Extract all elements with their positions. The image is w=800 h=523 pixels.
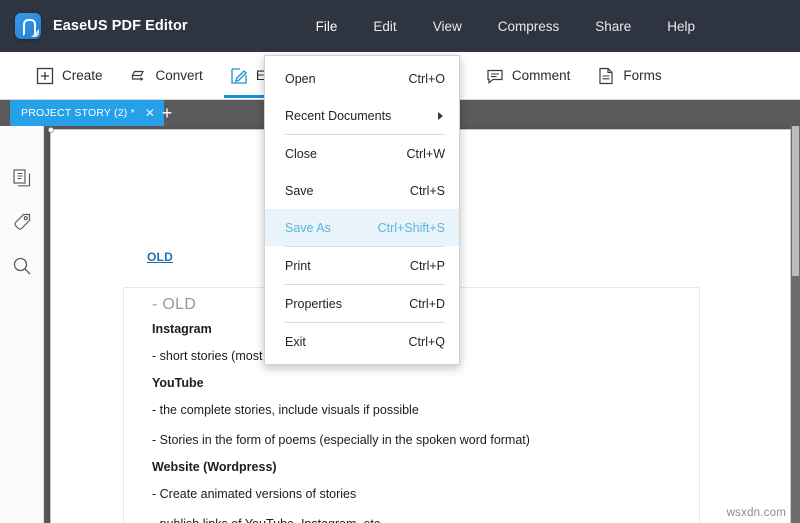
page-handle[interactable]: [48, 127, 54, 133]
menu-help[interactable]: Help: [649, 13, 713, 40]
menu-item-print[interactable]: Print Ctrl+P: [265, 247, 459, 284]
pencil-square-icon: [229, 66, 249, 86]
app-title: EaseUS PDF Editor: [53, 18, 188, 34]
menu-file[interactable]: File: [298, 13, 356, 40]
menu-item-open[interactable]: Open Ctrl+O: [265, 60, 459, 97]
menu-item-label: Close: [285, 146, 317, 161]
menu-item-shortcut: Ctrl+D: [409, 296, 445, 311]
textbox-paragraph: - Stories in the form of poems (especial…: [152, 433, 530, 447]
textbox-heading: YouTube: [152, 376, 204, 390]
vertical-scrollbar[interactable]: [791, 126, 800, 523]
menu-item-label: Open: [285, 71, 316, 86]
menu-item-save-as[interactable]: Save As Ctrl+Shift+S: [265, 209, 459, 246]
menu-item-label: Save: [285, 183, 314, 198]
form-page-icon: [596, 66, 616, 86]
ribbon-comment-button[interactable]: Comment: [472, 52, 584, 100]
ribbon-convert-button[interactable]: Convert: [116, 52, 216, 100]
menu-item-shortcut: Ctrl+W: [406, 146, 445, 161]
ribbon-comment-label: Comment: [511, 68, 571, 83]
textbox-heading: Website (Wordpress): [152, 460, 277, 474]
menu-item-label: Exit: [285, 334, 306, 349]
vertical-scrollbar-thumb[interactable]: [792, 126, 799, 276]
menu-bar: File Edit View Compress Share Help: [298, 13, 713, 40]
easeus-logo-icon: [15, 13, 41, 39]
title-bar: EaseUS PDF Editor File Edit View Compres…: [0, 0, 800, 52]
close-icon[interactable]: ✕: [145, 107, 155, 119]
ribbon-create-label: Create: [62, 68, 103, 83]
rail-page-thumbnails-button[interactable]: [0, 156, 44, 200]
app-window: EaseUS PDF Editor File Edit View Compres…: [0, 0, 800, 523]
comment-bubble-icon: [485, 66, 505, 86]
menu-share[interactable]: Share: [577, 13, 649, 40]
menu-item-label: Print: [285, 258, 311, 273]
watermark: wsxdn.com: [726, 507, 786, 519]
menu-view[interactable]: View: [415, 13, 480, 40]
menu-item-properties[interactable]: Properties Ctrl+D: [265, 285, 459, 322]
chevron-right-icon: [438, 111, 443, 120]
menu-item-shortcut: Ctrl+Shift+S: [377, 220, 445, 235]
left-tool-rail: [0, 126, 44, 523]
ribbon-create-button[interactable]: Create: [22, 52, 116, 100]
menu-item-shortcut: Ctrl+O: [408, 71, 445, 86]
menu-item-label: Properties: [285, 296, 342, 311]
ribbon-forms-label: Forms: [623, 68, 662, 83]
ribbon-convert-label: Convert: [155, 68, 203, 83]
menu-item-shortcut: Ctrl+S: [409, 183, 445, 198]
menu-item-close[interactable]: Close Ctrl+W: [265, 135, 459, 172]
file-dropdown-menu: Open Ctrl+O Recent Documents Close Ctrl+…: [264, 55, 460, 365]
menu-edit[interactable]: Edit: [355, 13, 414, 40]
textbox-paragraph: - publish links of YouTube, Instagram, e…: [138, 509, 685, 523]
document-tab-label: PROJECT STORY (2) *: [21, 107, 135, 119]
pages-icon: [11, 167, 33, 189]
plus-icon[interactable]: +: [155, 100, 179, 126]
menu-item-shortcut: Ctrl+Q: [408, 334, 445, 349]
menu-item-exit[interactable]: Exit Ctrl+Q: [265, 323, 459, 360]
convert-arrow-icon: [129, 66, 149, 86]
menu-item-label: Save As: [285, 220, 331, 235]
bookmark-tag-icon: [11, 211, 33, 233]
menu-item-save[interactable]: Save Ctrl+S: [265, 172, 459, 209]
menu-compress[interactable]: Compress: [480, 13, 578, 40]
menu-item-label: Recent Documents: [285, 108, 392, 123]
menu-item-recent-documents[interactable]: Recent Documents: [265, 97, 459, 134]
textbox-paragraph: - the complete stories, include visuals …: [152, 403, 419, 417]
document-link-old[interactable]: OLD: [147, 250, 173, 264]
textbox-paragraph: - Create animated versions of stories: [152, 487, 357, 501]
plus-square-icon: [35, 66, 55, 86]
search-icon: [11, 255, 33, 277]
app-logo-group: EaseUS PDF Editor: [15, 13, 188, 39]
rail-search-button[interactable]: [0, 244, 44, 288]
ribbon-forms-button[interactable]: Forms: [583, 52, 674, 100]
document-tab[interactable]: PROJECT STORY (2) * ✕: [10, 100, 165, 126]
menu-item-shortcut: Ctrl+P: [409, 258, 445, 273]
rail-bookmarks-button[interactable]: [0, 200, 44, 244]
